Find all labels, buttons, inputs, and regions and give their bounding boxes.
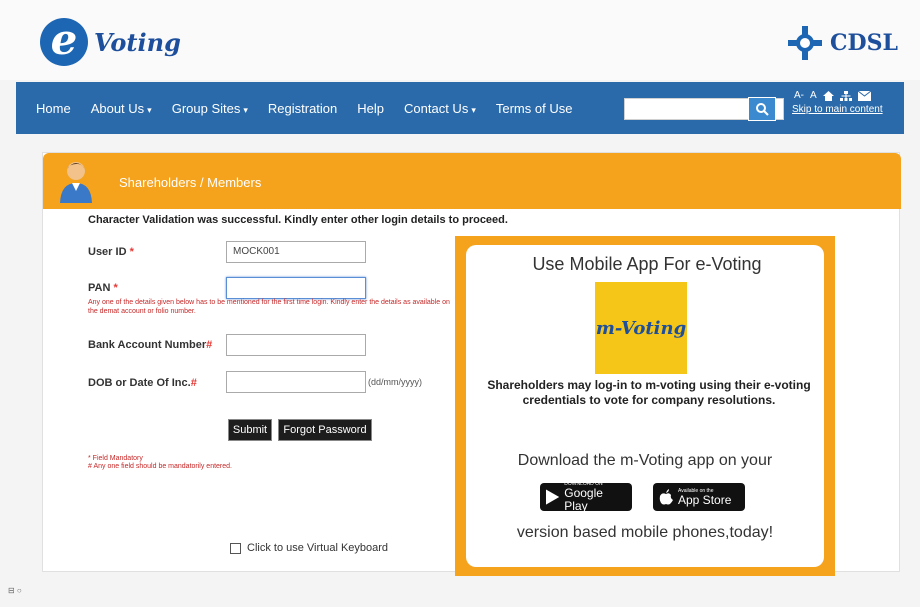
main-navbar: Home About Us ▾ Group Sites ▾ Registration… (16, 82, 904, 134)
google-play-text: DOWNLOAD ON Google Play (564, 481, 626, 513)
pan-field[interactable] (226, 277, 366, 299)
font-decrease-button[interactable]: A- (794, 90, 804, 101)
field-notes: * Field Mandatory # Any one field should… (88, 455, 232, 471)
dob-label-text: DOB or Date Of Inc. (88, 377, 191, 389)
caret-down-icon: ▾ (243, 104, 248, 115)
user-id-label-text: User ID (88, 246, 127, 258)
cdsl-text: CDSL (830, 30, 898, 56)
forgot-password-button[interactable]: Forgot Password (278, 419, 372, 441)
virtual-keyboard-checkbox[interactable] (230, 542, 241, 554)
app-store-label: App Store (678, 492, 732, 507)
nav-terms-of-use[interactable]: Terms of Use (496, 101, 573, 116)
search-icon (756, 103, 769, 116)
dob-label: DOB or Date Of Inc.# (88, 377, 197, 389)
mail-icon[interactable] (857, 90, 871, 101)
skip-to-main-content-link[interactable]: Skip to main content (792, 104, 902, 115)
evoting-logo[interactable]: e Voting (40, 18, 181, 66)
home-icon[interactable] (822, 90, 834, 101)
note-mandatory: * Field Mandatory (88, 455, 143, 462)
virtual-keyboard-toggle[interactable]: Click to use Virtual Keyboard (230, 542, 388, 554)
pan-hint: Any one of the details given below has t… (88, 299, 450, 315)
m-voting-logo-text: m-Voting (595, 317, 687, 339)
m-voting-logo: m-Voting (595, 282, 687, 374)
user-id-field[interactable]: MOCK001 (226, 241, 366, 263)
cdsl-logo: CDSL (788, 26, 898, 60)
bank-account-label: Bank Account Number# (88, 339, 212, 351)
nav-contact-us[interactable]: Contact Us ▾ (404, 101, 476, 116)
accessibility-tools: A- A Skip to main content (792, 90, 902, 115)
version-text: version based mobile phones,today! (516, 524, 774, 541)
nav-about-us[interactable]: About Us ▾ (91, 101, 152, 116)
download-text: Download the m-Voting app on your (517, 452, 773, 469)
apple-icon (659, 489, 673, 505)
pan-label: PAN * (88, 282, 118, 294)
nav-contact-us-label: Contact Us (404, 100, 469, 116)
dob-field[interactable] (226, 371, 366, 393)
header: e Voting CDSL (0, 0, 920, 80)
bank-account-field[interactable] (226, 334, 366, 356)
shareholder-avatar-icon (60, 162, 92, 203)
any-one-marker: # (206, 339, 213, 351)
panel-title: Shareholders / Members (119, 175, 262, 190)
nav-home[interactable]: Home (36, 101, 71, 116)
note-any-one: # Any one field should be mandatorily en… (88, 463, 232, 470)
date-format-hint: (dd/mm/yyyy) (368, 377, 422, 387)
footer-mark: ⊟ ○ (8, 586, 22, 595)
e-logo-icon: e (40, 18, 88, 66)
google-play-icon (546, 489, 560, 505)
user-id-label: User ID * (88, 246, 134, 258)
mobile-app-description: Shareholders may log-in to m-voting usin… (487, 378, 811, 407)
nav-registration[interactable]: Registration (268, 101, 337, 116)
caret-down-icon: ▾ (471, 104, 476, 115)
caret-down-icon: ▾ (147, 104, 152, 115)
logo-text: Voting (94, 27, 181, 57)
search-button[interactable] (748, 97, 776, 121)
cdsl-mark-icon (788, 26, 823, 60)
submit-button[interactable]: Submit (228, 419, 272, 441)
panel-header: Shareholders / Members (43, 153, 901, 209)
virtual-keyboard-label: Click to use Virtual Keyboard (247, 542, 389, 554)
nav-about-us-label: About Us (90, 100, 145, 116)
google-play-button[interactable]: DOWNLOAD ON Google Play (540, 481, 632, 513)
required-marker: * (126, 246, 134, 258)
required-marker: * (110, 282, 118, 294)
pan-label-text: PAN (88, 282, 111, 294)
app-store-button[interactable]: Available on the App Store (653, 483, 745, 511)
footer-icon: ⊟ ○ (8, 586, 22, 595)
nav-group-sites-label: Group Sites (171, 100, 241, 116)
bank-account-label-text: Bank Account Number (88, 339, 207, 351)
nav-help[interactable]: Help (357, 101, 384, 116)
font-reset-button[interactable]: A (810, 90, 817, 101)
sitemap-icon[interactable] (839, 90, 852, 101)
any-one-marker: # (190, 377, 197, 389)
nav-group-sites[interactable]: Group Sites ▾ (172, 101, 248, 116)
google-play-label: Google Play (564, 486, 603, 513)
mobile-app-title: Use Mobile App For e-Voting (532, 254, 762, 274)
app-store-text: Available on the App Store (678, 488, 731, 507)
validation-message: Character Validation was successful. Kin… (88, 214, 508, 226)
